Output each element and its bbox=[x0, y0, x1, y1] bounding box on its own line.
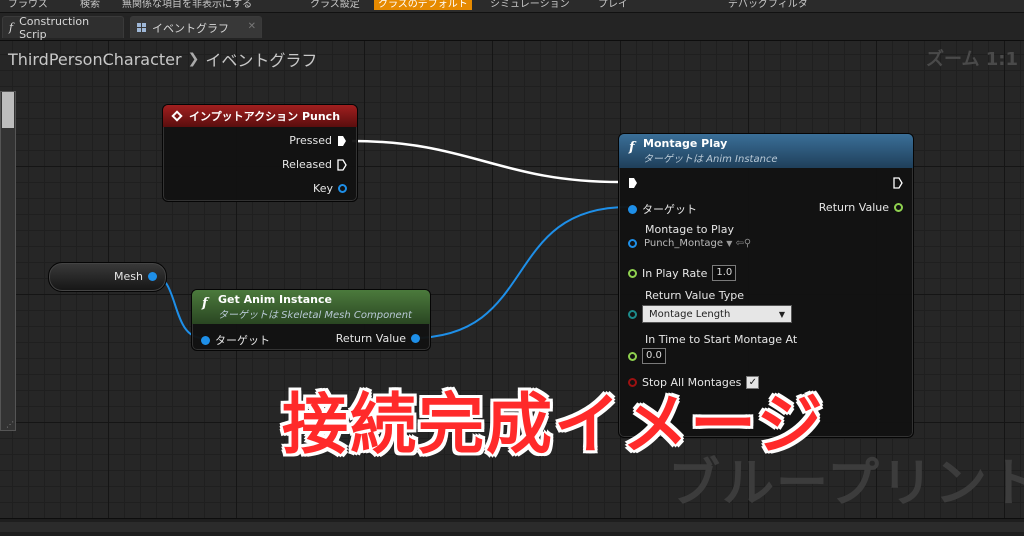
asset-value: Punch_Montage bbox=[644, 238, 723, 249]
tab-construction-script[interactable]: f Construction Scrip bbox=[2, 14, 124, 41]
in-time-input[interactable]: 0.0 bbox=[642, 348, 666, 364]
pin-label: ターゲット bbox=[642, 203, 697, 216]
node-title: Get Anim Instance bbox=[218, 293, 332, 306]
blueprint-graph-canvas[interactable]: ThirdPersonCharacter ❯ イベントグラフ ズーム 1:1 ブ… bbox=[0, 41, 1024, 518]
asset-picker[interactable]: Punch_Montage ▼ ⇦⚲ bbox=[644, 238, 751, 249]
main-toolbar: ブラウズ 検索 無関係な項目を非表示にする クラス設定 クラスのデフォルト シミ… bbox=[0, 0, 1024, 13]
pin-label: Return Value bbox=[818, 201, 889, 214]
chevron-down-icon: ▼ bbox=[778, 309, 785, 319]
browse-arrow-icon[interactable]: ⇦ bbox=[736, 238, 744, 249]
toolbar-simulation[interactable]: シミュレーション bbox=[490, 0, 570, 10]
node-subtitle: ターゲットは Anim Instance bbox=[643, 154, 778, 165]
float-pin-icon[interactable] bbox=[628, 268, 637, 278]
pin-label: Pressed bbox=[289, 134, 332, 147]
chevron-right-icon: ❯ bbox=[187, 51, 200, 67]
object-pin-icon[interactable] bbox=[628, 204, 637, 214]
pin-target[interactable]: ターゲット bbox=[201, 332, 270, 348]
pin-return-value-type[interactable]: Montage Length ▼ bbox=[628, 305, 792, 323]
node-title: Montage Play bbox=[643, 137, 728, 150]
toolbar-search[interactable]: 検索 bbox=[80, 0, 100, 10]
tab-event-graph[interactable]: イベントグラフ ✕ bbox=[130, 16, 262, 38]
scrollbar-thumb[interactable] bbox=[2, 92, 14, 128]
close-icon[interactable]: ✕ bbox=[248, 21, 256, 32]
exec-pin-hollow-icon[interactable] bbox=[337, 158, 347, 171]
graph-icon bbox=[137, 23, 146, 32]
chevron-down-icon[interactable]: ▼ bbox=[726, 239, 732, 248]
return-value-type-dropdown[interactable]: Montage Length ▼ bbox=[642, 305, 792, 323]
return-to-target-wire bbox=[411, 206, 629, 339]
dropdown-value: Montage Length bbox=[649, 308, 731, 320]
pin-return-value[interactable]: Return Value bbox=[819, 201, 903, 214]
pin-label: Mesh bbox=[114, 270, 143, 283]
overlay-caption: 接続完成イメージ bbox=[282, 386, 825, 463]
event-diamond-icon bbox=[171, 110, 183, 122]
object-pin-icon[interactable] bbox=[628, 239, 637, 248]
toolbar-play[interactable]: プレイ bbox=[598, 0, 628, 10]
pin-pressed[interactable]: Pressed bbox=[289, 134, 347, 147]
function-icon: f bbox=[9, 21, 14, 34]
tab-label: イベントグラフ bbox=[152, 21, 229, 35]
pin-mesh[interactable]: Mesh bbox=[114, 270, 157, 283]
breadcrumb: ThirdPersonCharacter ❯ イベントグラフ bbox=[8, 47, 317, 71]
breadcrumb-current: イベントグラフ bbox=[205, 51, 318, 70]
vertical-scrollbar[interactable]: ⋰ bbox=[0, 91, 16, 431]
pin-montage-to-play-label: Montage to Play bbox=[645, 223, 734, 236]
exec-wire bbox=[351, 139, 621, 184]
node-subtitle: ターゲットは Skeletal Mesh Component bbox=[218, 310, 412, 321]
node-header: f Montage Play ターゲットは Anim Instance bbox=[619, 134, 913, 168]
node-header: f Get Anim Instance ターゲットは Skeletal Mesh… bbox=[192, 290, 430, 324]
pin-label: Key bbox=[313, 182, 333, 195]
input-action-node[interactable]: インプットアクション Punch Pressed Released Key bbox=[162, 104, 358, 202]
resize-grip-icon[interactable]: ⋰ bbox=[6, 420, 14, 429]
exec-out-pin-icon[interactable] bbox=[893, 177, 903, 189]
pin-key[interactable]: Key bbox=[313, 182, 347, 195]
search-icon[interactable]: ⚲ bbox=[744, 238, 751, 249]
pin-label: Montage to Play bbox=[645, 223, 734, 236]
float-pin-icon[interactable] bbox=[894, 203, 903, 212]
pin-label: In Play Rate bbox=[642, 266, 708, 280]
pin-released[interactable]: Released bbox=[282, 158, 347, 171]
enum-pin-icon[interactable] bbox=[628, 309, 637, 319]
pin-montage-to-play[interactable]: Punch_Montage ▼ ⇦⚲ bbox=[628, 238, 751, 249]
function-icon: f bbox=[629, 140, 635, 155]
play-rate-input[interactable]: 1.0 bbox=[712, 265, 737, 281]
toolbar-class-defaults[interactable]: クラスのデフォルト bbox=[374, 0, 472, 10]
exec-pin-filled-icon[interactable] bbox=[337, 135, 347, 147]
zoom-label: ズーム 1:1 bbox=[926, 49, 1018, 70]
object-pin-icon[interactable] bbox=[201, 335, 210, 345]
pin-in-play-rate[interactable]: In Play Rate 1.0 bbox=[628, 265, 737, 281]
horizontal-scrollbar[interactable] bbox=[0, 522, 1024, 532]
pin-label: Return Value Type bbox=[645, 289, 744, 302]
pin-label: In Time to Start Montage At bbox=[645, 333, 798, 346]
graph-tab-bar: f Construction Scrip イベントグラフ ✕ bbox=[0, 13, 1024, 41]
pin-label: ターゲット bbox=[215, 334, 270, 347]
pin-label: Return Value bbox=[335, 332, 406, 345]
toolbar-class-settings[interactable]: クラス設定 bbox=[310, 0, 360, 10]
toolbar-debug-filter[interactable]: デバッグフィルタ bbox=[728, 0, 808, 10]
pin-in-time[interactable]: 0.0 bbox=[628, 348, 666, 364]
mesh-variable-node[interactable]: Mesh bbox=[48, 262, 167, 292]
breadcrumb-root[interactable]: ThirdPersonCharacter bbox=[8, 50, 182, 69]
object-pin-icon[interactable] bbox=[411, 334, 420, 343]
pin-return-value-type-label: Return Value Type bbox=[645, 289, 744, 302]
pin-target[interactable]: ターゲット bbox=[628, 201, 697, 217]
object-pin-icon[interactable] bbox=[148, 272, 157, 281]
node-title: インプットアクション Punch bbox=[189, 110, 341, 123]
node-header: インプットアクション Punch bbox=[163, 105, 357, 127]
struct-pin-icon[interactable] bbox=[338, 184, 347, 193]
pin-label: Released bbox=[282, 158, 332, 171]
float-pin-icon[interactable] bbox=[628, 351, 637, 361]
horizontal-scrollbar-area bbox=[0, 518, 1024, 536]
function-icon: f bbox=[202, 296, 208, 311]
pin-in-time-label: In Time to Start Montage At bbox=[645, 333, 797, 346]
exec-in-pin-icon[interactable] bbox=[628, 177, 638, 189]
pin-return-value[interactable]: Return Value bbox=[336, 332, 420, 345]
toolbar-browse[interactable]: ブラウズ bbox=[8, 0, 48, 10]
get-anim-instance-node[interactable]: f Get Anim Instance ターゲットは Skeletal Mesh… bbox=[191, 289, 431, 351]
tab-label: Construction Scrip bbox=[19, 14, 90, 41]
toolbar-hide-unrelated[interactable]: 無関係な項目を非表示にする bbox=[122, 0, 252, 10]
